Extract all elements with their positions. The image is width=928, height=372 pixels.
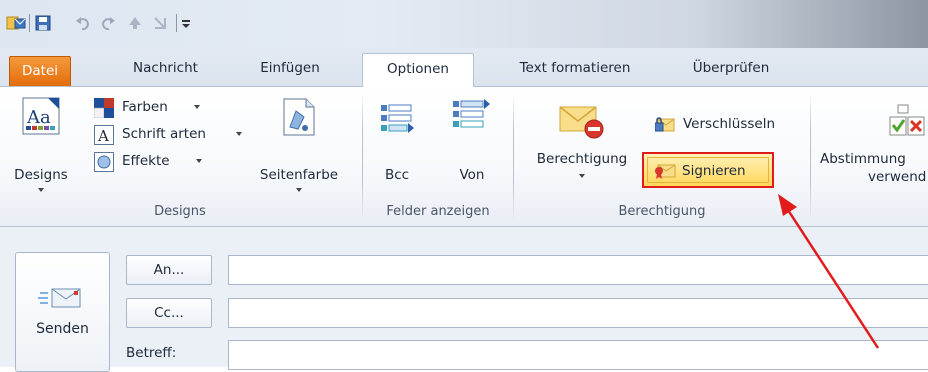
tab-optionen[interactable]: Optionen (362, 53, 474, 87)
